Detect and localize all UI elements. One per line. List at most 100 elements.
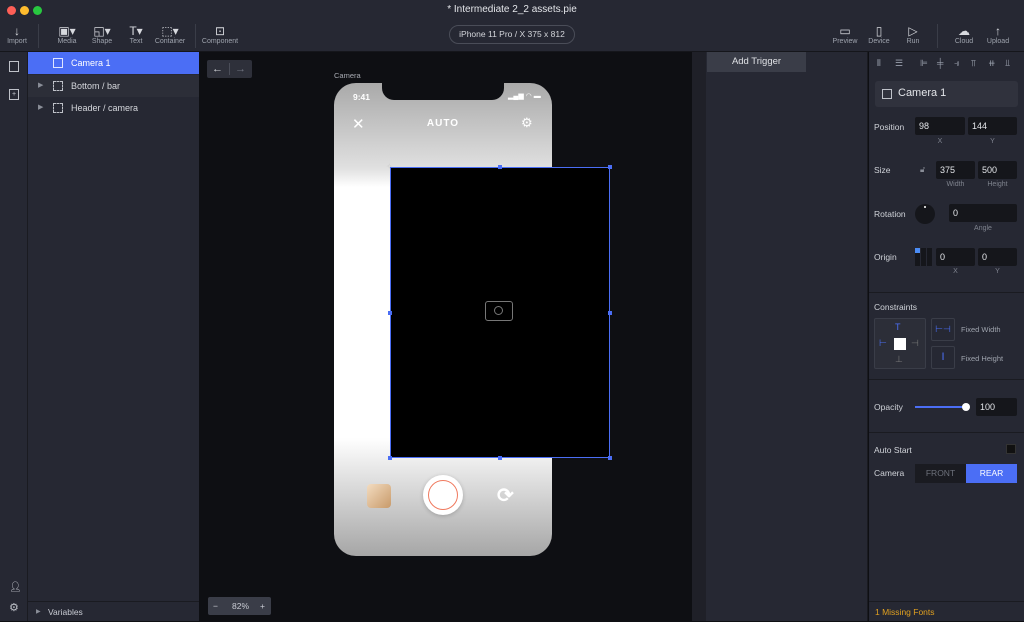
resize-handle[interactable]: [388, 456, 392, 460]
layers-panel-icon[interactable]: [9, 61, 19, 72]
fixed-height-button[interactable]: I: [931, 346, 955, 369]
rear-camera-option[interactable]: REAR: [966, 464, 1017, 483]
settings-gear-icon[interactable]: ⚙: [521, 115, 533, 131]
auto-start-checkbox[interactable]: [1006, 444, 1016, 454]
variables-section[interactable]: ▶ Variables: [28, 601, 199, 621]
media-button[interactable]: ▣▾ Media: [55, 24, 79, 45]
position-x-input[interactable]: 98: [915, 117, 965, 135]
resize-handle[interactable]: [608, 311, 612, 315]
container-button[interactable]: ⬚▾ Container: [154, 24, 186, 45]
artboard-label: Camera: [334, 71, 361, 80]
align-center-icon[interactable]: ╪: [937, 58, 943, 68]
components-panel-icon[interactable]: +: [9, 89, 19, 100]
constraints-widget[interactable]: T ⊢ ⊣ ⊥: [874, 318, 926, 369]
component-button[interactable]: ⊡ Component: [200, 24, 240, 45]
layer-name-box[interactable]: Camera 1: [875, 81, 1018, 107]
container-layer-icon: [53, 81, 63, 91]
origin-label: Origin: [874, 252, 897, 262]
angle-input[interactable]: 0: [949, 204, 1017, 222]
device-button[interactable]: ▯ Device: [866, 24, 892, 45]
resize-handle[interactable]: [498, 165, 502, 169]
resize-handle[interactable]: [388, 311, 392, 315]
run-button[interactable]: ▷ Run: [902, 24, 924, 45]
user-icon[interactable]: 👤︎: [9, 582, 22, 593]
align-middle-icon[interactable]: ⧺: [988, 58, 996, 69]
lock-icon[interactable]: 🔓︎: [920, 165, 925, 175]
laptop-icon: ▭: [839, 24, 851, 38]
gear-icon[interactable]: ⚙: [9, 601, 19, 614]
cloud-button[interactable]: ☁ Cloud: [952, 24, 976, 45]
camera-layer-icon: [882, 89, 892, 99]
expand-arrow-icon[interactable]: ▶: [38, 97, 43, 119]
mode-label: AUTO: [426, 118, 460, 129]
gallery-thumbnail[interactable]: [367, 484, 391, 508]
align-left-icon[interactable]: ⊫: [920, 58, 928, 69]
position-y-input[interactable]: 144: [968, 117, 1017, 135]
shutter-button[interactable]: [423, 475, 463, 515]
upload-button[interactable]: ↑ Upload: [985, 24, 1011, 45]
constraints-label: Constraints: [874, 302, 917, 312]
front-camera-option[interactable]: FRONT: [915, 464, 966, 483]
text-button[interactable]: T▾ Text: [125, 24, 147, 45]
missing-fonts-link[interactable]: 1 Missing Fonts: [875, 607, 935, 617]
bottom-constraint-icon[interactable]: ⊥: [895, 354, 903, 365]
origin-y-label: Y: [995, 268, 1000, 275]
align-bottom-icon[interactable]: ⫫: [1005, 58, 1010, 69]
opacity-input[interactable]: 100: [976, 398, 1017, 416]
device-selector[interactable]: iPhone 11 Pro / X 375 x 812: [449, 25, 575, 44]
origin-y-input[interactable]: 0: [978, 248, 1017, 266]
fixed-width-icon: ⊢⊣: [935, 324, 951, 334]
flip-camera-icon[interactable]: ⟳: [497, 483, 514, 508]
shape-button[interactable]: ◱▾ Shape: [89, 24, 115, 45]
preview-button[interactable]: ▭ Preview: [832, 24, 858, 45]
import-button[interactable]: ↓ Import: [6, 24, 28, 45]
resize-handle[interactable]: [608, 456, 612, 460]
distribute-vertical-icon[interactable]: ☰: [895, 58, 903, 69]
distribute-horizontal-icon[interactable]: ⫴: [877, 58, 881, 69]
layer-header-camera[interactable]: ▶ Header / camera: [28, 97, 199, 119]
undo-arrow-icon[interactable]: ←: [212, 60, 223, 78]
container-icon: ⬚▾: [161, 24, 179, 38]
fixed-height-label: Fixed Height: [961, 354, 1004, 363]
camera-label: Camera: [874, 468, 905, 478]
layer-bottom-bar[interactable]: ▶ Bottom / bar: [28, 75, 199, 97]
origin-grid[interactable]: [915, 248, 933, 266]
media-icon: ▣▾: [58, 24, 76, 38]
origin-x-input[interactable]: 0: [936, 248, 975, 266]
width-input[interactable]: 375: [936, 161, 975, 179]
add-trigger-button[interactable]: Add Trigger: [707, 52, 806, 72]
canvas-scrollbar[interactable]: [692, 52, 706, 621]
history-nav: ← →: [207, 60, 252, 78]
opacity-slider-thumb[interactable]: [962, 403, 970, 411]
rotation-dial[interactable]: [915, 204, 935, 224]
status-time: 9:41: [353, 92, 371, 102]
redo-arrow-icon[interactable]: →: [235, 60, 246, 78]
phone-notch: [382, 83, 504, 100]
fixed-width-button[interactable]: ⊢⊣: [931, 318, 955, 341]
component-icon: ⊡: [214, 24, 226, 38]
cloud-icon: ☁: [958, 24, 970, 38]
camera-layer-selection[interactable]: [388, 165, 612, 460]
align-top-icon[interactable]: ⫪: [971, 58, 976, 69]
opacity-label: Opacity: [874, 402, 903, 412]
position-label: Position: [874, 122, 905, 132]
phone-icon: ▯: [875, 24, 883, 38]
y-label: Y: [990, 138, 995, 145]
anchor-point-icon[interactable]: ✧: [386, 162, 393, 171]
left-constraint-icon[interactable]: ⊢: [879, 338, 887, 349]
resize-handle[interactable]: [498, 456, 502, 460]
fixed-width-label: Fixed Width: [961, 325, 1001, 334]
status-icons: ▂▄▆ ◠ ▬: [508, 93, 541, 100]
x-label: X: [937, 138, 943, 145]
zoom-out-button[interactable]: −: [213, 597, 218, 615]
resize-handle[interactable]: [608, 165, 612, 169]
height-input[interactable]: 500: [978, 161, 1017, 179]
top-constraint-icon[interactable]: T: [895, 322, 901, 332]
layer-camera-1[interactable]: Camera 1: [28, 52, 199, 74]
align-right-icon[interactable]: ⫣: [954, 58, 959, 69]
expand-arrow-icon[interactable]: ▶: [38, 75, 43, 97]
right-constraint-icon[interactable]: ⊣: [911, 338, 919, 349]
zoom-in-button[interactable]: +: [260, 597, 265, 615]
camera-icon: [485, 301, 513, 321]
opacity-slider[interactable]: [915, 406, 966, 408]
